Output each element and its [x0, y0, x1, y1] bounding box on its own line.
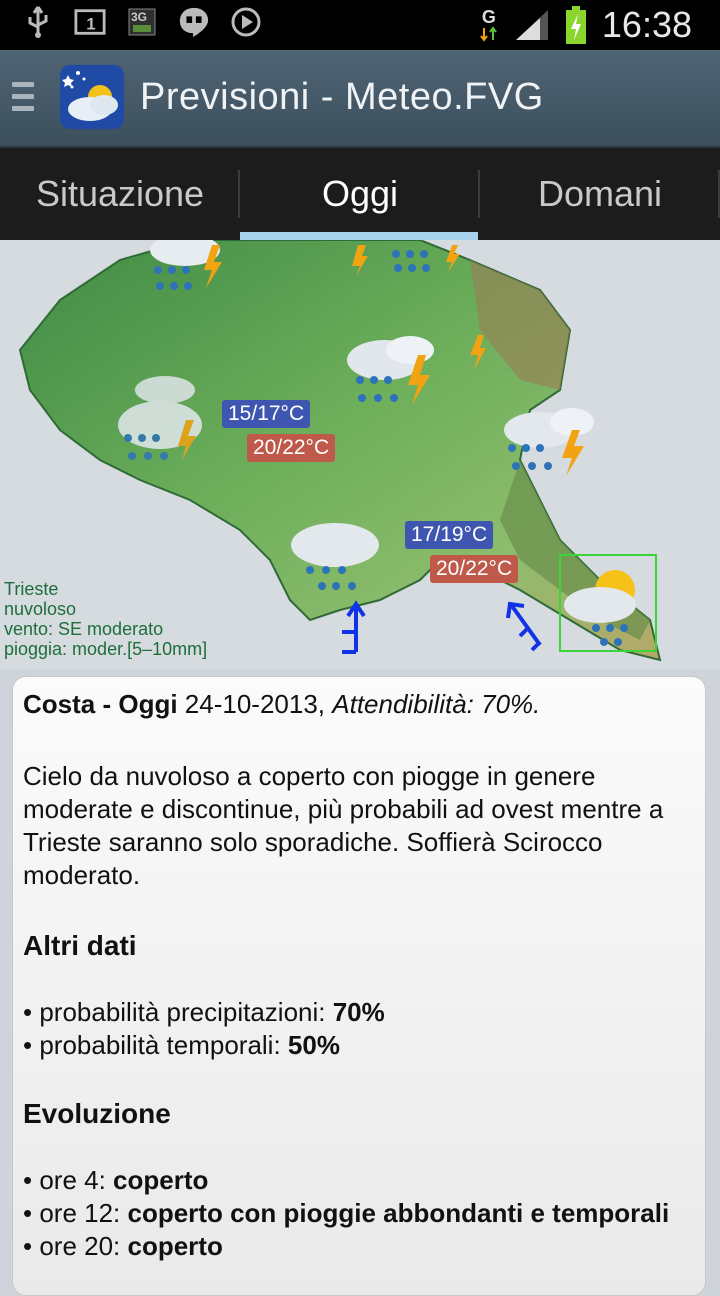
wind-arrow-icon [506, 601, 542, 652]
list-item: • ore 12: coperto con pioggie abbondanti… [23, 1197, 695, 1230]
item-label: • probabilità precipitazioni: [23, 997, 333, 1027]
tab-label: Oggi [321, 173, 399, 214]
list-item: • ore 4: coperto [23, 1164, 695, 1197]
reliability: Attendibilità: 70%. [332, 689, 541, 719]
lightning-icon [470, 335, 486, 370]
network-type: G [481, 7, 496, 27]
map-info-wind: vento: SE moderato [4, 619, 164, 639]
item-value: 50% [287, 1030, 340, 1060]
sun-rain-cloud-icon [564, 570, 636, 646]
clock: 16:38 [601, 4, 692, 45]
rain-cloud-icon [291, 523, 379, 590]
network-indicator: G [478, 8, 500, 42]
map-info-city: Trieste [4, 579, 59, 599]
usb-icon [22, 6, 54, 38]
altri-dati-heading: Altri dati [23, 930, 137, 961]
battery-icon [564, 6, 588, 44]
item-value: 70% [332, 997, 385, 1027]
temp-min-badge: 15/17°C [222, 400, 311, 428]
svg-text:1: 1 [86, 15, 95, 34]
tab-situazione[interactable]: Situazione [0, 148, 240, 240]
list-item: • probabilità precipitazioni: 70% [23, 996, 695, 1029]
storm-cloud-icon [504, 408, 594, 476]
action-bar: Previsioni - Meteo.FVG [0, 50, 720, 148]
map-info-box: Trieste nuvoloso vento: SE moderato piog… [4, 579, 207, 659]
evoluzione-list: • ore 4: coperto • ore 12: coperto con p… [23, 1164, 695, 1263]
zone-label: Costa - Oggi [23, 689, 178, 719]
forecast-date: 24-10-2013, [184, 689, 326, 719]
temp-max-badge: 20/22°C [430, 555, 519, 583]
tab-label: Domani [537, 173, 663, 214]
map-info-sky: nuvoloso [4, 599, 77, 619]
item-label: • ore 4: [23, 1165, 114, 1195]
storm-cloud-icon [150, 240, 222, 290]
wind-arrow-icon [342, 600, 366, 654]
item-value: coperto con pioggie abbondanti e tempora… [127, 1198, 670, 1228]
tab-oggi[interactable]: Oggi [240, 148, 480, 240]
item-label: • probabilità temporali: [23, 1030, 288, 1060]
temp-max-badge: 20/22°C [247, 434, 336, 462]
forecast-card: Costa - Oggi 24-10-2013, Attendibilità: … [12, 676, 706, 1296]
3g-icon: 3G [126, 6, 158, 38]
tab-selected-indicator [240, 232, 478, 240]
item-value: coperto [127, 1231, 223, 1261]
tab-domani[interactable]: Domani [480, 148, 720, 240]
signal-icon [514, 9, 550, 41]
tab-label: Situazione [35, 173, 205, 214]
rain-cloud-icon [118, 376, 202, 460]
temp-min-badge: 17/19°C [405, 521, 494, 549]
svg-text:3G: 3G [131, 10, 147, 24]
list-item: • ore 20: coperto [23, 1230, 695, 1263]
item-value: coperto [113, 1165, 209, 1195]
status-bar: 1 3G G 16:38 [0, 0, 720, 50]
list-item: • probabilità temporali: 50% [23, 1029, 695, 1062]
forecast-header: Costa - Oggi 24-10-2013, Attendibilità: … [23, 689, 695, 720]
app-logo-icon[interactable] [60, 65, 124, 129]
evoluzione-heading: Evoluzione [23, 1098, 171, 1129]
menu-icon[interactable] [12, 82, 34, 118]
item-label: • ore 20: [23, 1231, 128, 1261]
altri-dati-list: • probabilità precipitazioni: 70% • prob… [23, 996, 695, 1062]
item-label: • ore 12: [23, 1198, 128, 1228]
tab-bar: Situazione Oggi Domani [0, 148, 720, 240]
storm-cloud-icon [347, 336, 434, 405]
play-icon [230, 6, 262, 38]
forecast-map[interactable]: 15/17°C 20/22°C 17/19°C 20/22°C Trieste … [0, 240, 720, 670]
hangouts-icon [178, 6, 210, 38]
map-info-rain: pioggia: moder.[5–10mm] [4, 639, 208, 659]
notification-1-icon: 1 [74, 6, 106, 38]
storm-cloud-icon [352, 245, 460, 276]
forecast-description: Cielo da nuvoloso a coperto con piogge i… [23, 761, 664, 890]
app-title: Previsioni - Meteo.FVG [140, 76, 544, 118]
